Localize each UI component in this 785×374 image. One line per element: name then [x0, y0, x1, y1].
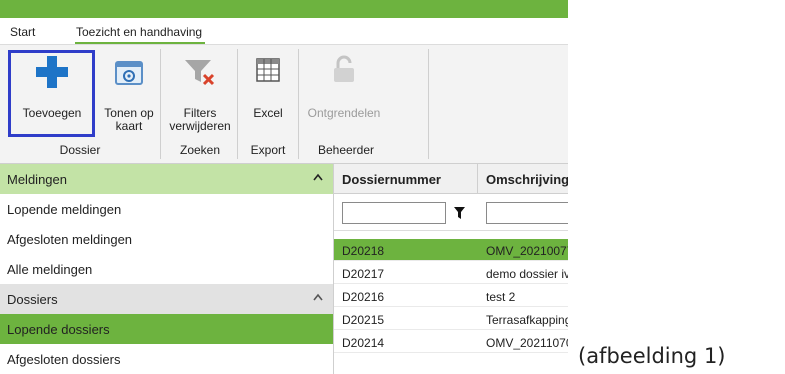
ribbon: Toevoegen Tonen op kaart Filters verwijd…	[0, 44, 568, 164]
filter-row	[334, 194, 568, 231]
group-label-zoeken: Zoeken	[179, 143, 221, 157]
table-row[interactable]: D20214 OMV_20211070468	[334, 331, 568, 353]
cell-omschrijving: demo dossier ivm	[486, 267, 568, 281]
excel-button[interactable]: Excel	[240, 49, 296, 139]
title-bar	[0, 0, 568, 18]
cell-dossiernummer: D20218	[342, 244, 385, 258]
excel-icon	[256, 58, 280, 82]
section-title: Meldingen	[7, 172, 67, 187]
ontgrendelen-button[interactable]: Ontgrendelen	[300, 49, 388, 139]
filters-verwijderen-button[interactable]: Filters verwijderen	[164, 49, 236, 139]
nav-item-lopende-dossiers[interactable]: Lopende dossiers	[0, 314, 333, 344]
omschrijving-filter-input[interactable]	[486, 202, 568, 224]
table-row[interactable]: D20217 demo dossier ivm	[334, 262, 568, 284]
group-label-beheerder: Beheerder	[317, 143, 375, 157]
cell-omschrijving: OMV_20210077994	[486, 244, 568, 258]
table-row[interactable]: D20216 test 2	[334, 285, 568, 307]
column-header-dossiernummer[interactable]: Dossiernummer	[334, 164, 478, 194]
cell-dossiernummer: D20215	[342, 313, 385, 327]
filters-verwijderen-label: Filters verwijderen	[169, 106, 231, 133]
image-caption: (afbeelding 1)	[578, 344, 726, 368]
table-row[interactable]: D20215 Terrasafkapping	[334, 308, 568, 330]
selection-highlight	[8, 50, 95, 137]
cell-dossiernummer: D20214	[342, 336, 385, 350]
group-separator	[428, 49, 429, 159]
tonen-op-kaart-label: Tonen op kaart	[104, 106, 154, 133]
chevron-up-icon	[313, 293, 323, 301]
filter-icon[interactable]	[454, 207, 465, 219]
tab-toezicht-en-handhaving[interactable]: Toezicht en handhaving	[74, 25, 206, 44]
table-row[interactable]: D20218 OMV_20210077994	[334, 239, 568, 261]
group-separator	[160, 49, 161, 159]
navigation-pane: Meldingen Lopende meldingen Afgesloten m…	[0, 164, 334, 374]
map-icon	[115, 61, 143, 85]
cell-omschrijving: Terrasafkapping	[486, 313, 568, 327]
cell-dossiernummer: D20217	[342, 267, 385, 281]
excel-label: Excel	[253, 106, 283, 120]
chevron-up-icon	[313, 173, 323, 181]
group-label-export: Export	[250, 143, 286, 157]
cell-omschrijving: test 2	[486, 290, 516, 304]
nav-item-lopende-meldingen[interactable]: Lopende meldingen	[0, 194, 333, 224]
section-header-meldingen[interactable]: Meldingen	[0, 164, 333, 194]
nav-item-alle-meldingen[interactable]: Alle meldingen	[0, 254, 333, 284]
group-separator	[298, 49, 299, 159]
tab-start[interactable]: Start	[10, 25, 35, 39]
ontgrendelen-label: Ontgrendelen	[307, 106, 381, 120]
funnel-remove-icon	[185, 60, 215, 86]
application-window: Start Toezicht en handhaving Toevoegen T…	[0, 0, 568, 374]
dossiernummer-filter-input[interactable]	[342, 202, 446, 224]
ribbon-tabs: Start Toezicht en handhaving	[0, 18, 568, 44]
section-title: Dossiers	[7, 292, 58, 307]
nav-item-afgesloten-dossiers[interactable]: Afgesloten dossiers	[0, 344, 333, 374]
unlock-icon	[334, 55, 354, 82]
nav-item-afgesloten-meldingen[interactable]: Afgesloten meldingen	[0, 224, 333, 254]
cell-omschrijving: OMV_20211070468	[486, 336, 568, 350]
column-header-omschrijving[interactable]: Omschrijving	[478, 164, 568, 194]
tonen-op-kaart-button[interactable]: Tonen op kaart	[98, 49, 160, 139]
section-header-dossiers[interactable]: Dossiers	[0, 284, 333, 314]
group-label-dossier: Dossier	[59, 143, 101, 157]
cell-dossiernummer: D20216	[342, 290, 385, 304]
dossier-grid: Dossiernummer Omschrijving D20218 OMV_20…	[334, 164, 568, 374]
